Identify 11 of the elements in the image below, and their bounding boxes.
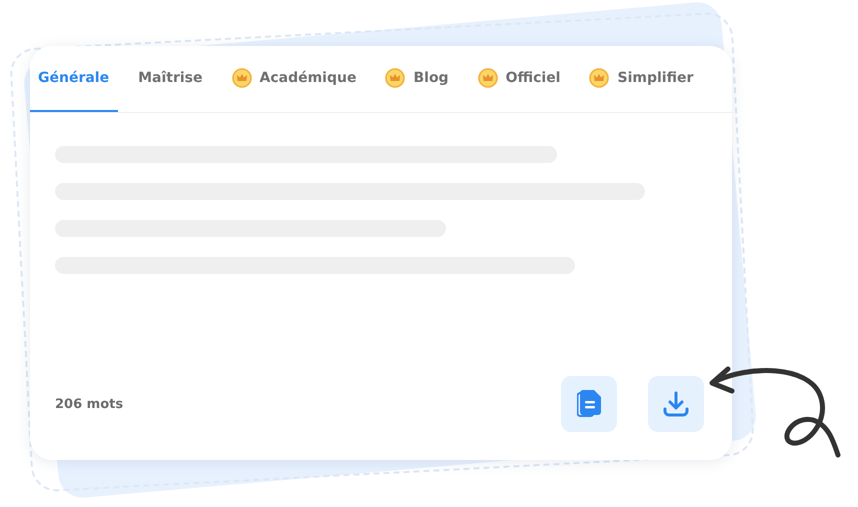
- tab[interactable]: Officiel: [470, 46, 570, 112]
- copy-icon: [577, 390, 601, 418]
- tab[interactable]: Générale: [30, 46, 118, 112]
- copy-button[interactable]: [561, 376, 617, 432]
- download-button[interactable]: [648, 376, 704, 432]
- word-count: 206 mots: [55, 396, 124, 412]
- tab[interactable]: Blog: [377, 46, 458, 112]
- tab[interactable]: Académique: [224, 46, 366, 112]
- tab[interactable]: Maîtrise: [130, 46, 212, 112]
- download-icon: [663, 391, 689, 417]
- tab[interactable]: Simplifier: [581, 46, 702, 112]
